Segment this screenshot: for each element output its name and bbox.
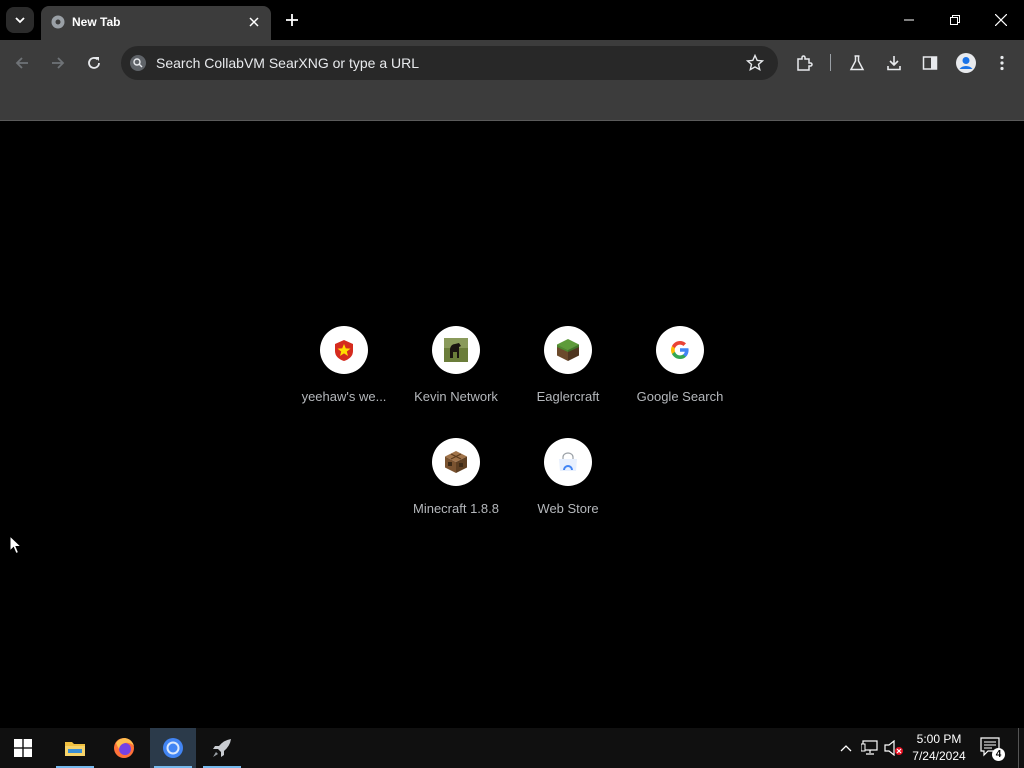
shortcut-label: Eaglercraft [536,389,600,404]
kebab-menu-icon [1000,55,1004,71]
network-tray-button[interactable] [860,738,880,758]
address-bar[interactable] [121,46,778,80]
side-panel-icon [922,56,938,70]
shortcut-label: Kevin Network [414,389,498,404]
shortcut-tile[interactable]: Eaglercraft [512,326,624,426]
labs-button[interactable] [844,50,870,76]
close-window-button[interactable] [978,0,1024,40]
shortcut-icon-container [656,326,704,374]
shortcut-tile[interactable]: Minecraft 1.8.8 [400,438,512,538]
taskbar-clock[interactable]: 5:00 PM 7/24/2024 [906,731,972,765]
shortcut-icon-container [432,326,480,374]
puzzle-piece-icon [797,55,813,71]
shortcut-tile[interactable]: yeehaw's we... [288,326,400,426]
start-button[interactable] [0,728,46,768]
avatar-icon [956,53,976,73]
search-engine-icon [130,55,146,71]
new-tab-button[interactable] [282,10,302,30]
download-icon [887,56,901,71]
clock-date: 7/24/2024 [912,749,966,763]
shortcut-tile[interactable]: Kevin Network [400,326,512,426]
red-star-badge-icon [335,340,353,361]
mouse-cursor-icon [9,535,23,555]
profile-button[interactable] [953,50,979,76]
omnibox-input[interactable] [156,52,726,74]
browser-toolbar [0,40,1024,85]
action-center-button[interactable]: 4 [976,734,1008,764]
minimize-icon [904,19,914,21]
chrome-icon [163,738,183,758]
forward-button[interactable] [45,50,71,76]
taskbar-app-rocket[interactable] [199,728,245,768]
restore-icon [950,15,960,25]
toolbar-divider [830,54,831,71]
restore-button[interactable] [932,0,978,40]
google-g-icon [671,341,689,359]
shortcut-label: Web Store [537,501,599,516]
tab-close-button[interactable] [245,13,263,31]
show-desktop-button[interactable] [1018,728,1024,768]
reload-button[interactable] [81,50,107,76]
shortcut-label: Google Search [636,389,724,404]
shortcut-tile[interactable]: Web Store [512,438,624,538]
taskbar: 5:00 PM 7/24/2024 4 [0,728,1024,768]
chevron-up-icon [840,745,852,752]
taskbar-chrome[interactable] [150,728,196,768]
network-icon [861,740,878,755]
shortcut-icon-container [544,438,592,486]
close-icon [249,17,259,27]
bookmark-star-icon[interactable] [746,54,764,72]
minimize-button[interactable] [886,0,932,40]
shortcut-icon-container [432,438,480,486]
shortcut-label: Minecraft 1.8.8 [413,501,499,516]
folder-icon [65,742,85,756]
rocket-icon [213,739,231,757]
flask-icon [849,55,865,71]
firefox-icon [114,738,134,758]
arrow-right-icon [52,57,65,69]
tab-title: New Tab [72,15,121,29]
reload-icon [88,57,100,69]
bookmark-bar [0,85,1024,121]
taskbar-firefox[interactable] [101,728,147,768]
shortcut-icon-container [544,326,592,374]
clock-time: 5:00 PM [916,732,962,746]
windows-logo-icon [14,739,32,757]
show-hidden-icons-button[interactable] [836,738,856,758]
grass-block-icon [557,339,579,361]
close-icon [995,14,1007,26]
tab-new-tab[interactable]: New Tab [41,6,271,40]
volume-tray-button[interactable] [884,738,904,758]
extensions-button[interactable] [791,50,817,76]
tab-strip: New Tab [0,0,1024,40]
new-tab-page: yeehaw's we... Kevin Network Eaglercraft [0,121,1024,728]
shortcut-icon-container [320,326,368,374]
arrow-left-icon [15,57,28,69]
shortcut-tile[interactable]: Google Search [624,326,736,426]
notification-count-badge: 4 [992,748,1005,761]
crafting-table-icon [445,451,467,473]
chrome-favicon-icon [51,15,65,29]
taskbar-file-explorer[interactable] [52,728,98,768]
menu-button[interactable] [989,50,1015,76]
horse-image-icon [444,338,468,362]
web-store-icon [559,452,577,471]
back-button[interactable] [9,50,35,76]
side-panel-button[interactable] [917,50,943,76]
chevron-down-icon [15,17,25,24]
volume-muted-icon [884,740,903,756]
plus-icon [286,14,298,26]
tab-search-button[interactable] [6,7,34,33]
shortcut-label: yeehaw's we... [301,389,387,404]
downloads-button[interactable] [881,50,907,76]
